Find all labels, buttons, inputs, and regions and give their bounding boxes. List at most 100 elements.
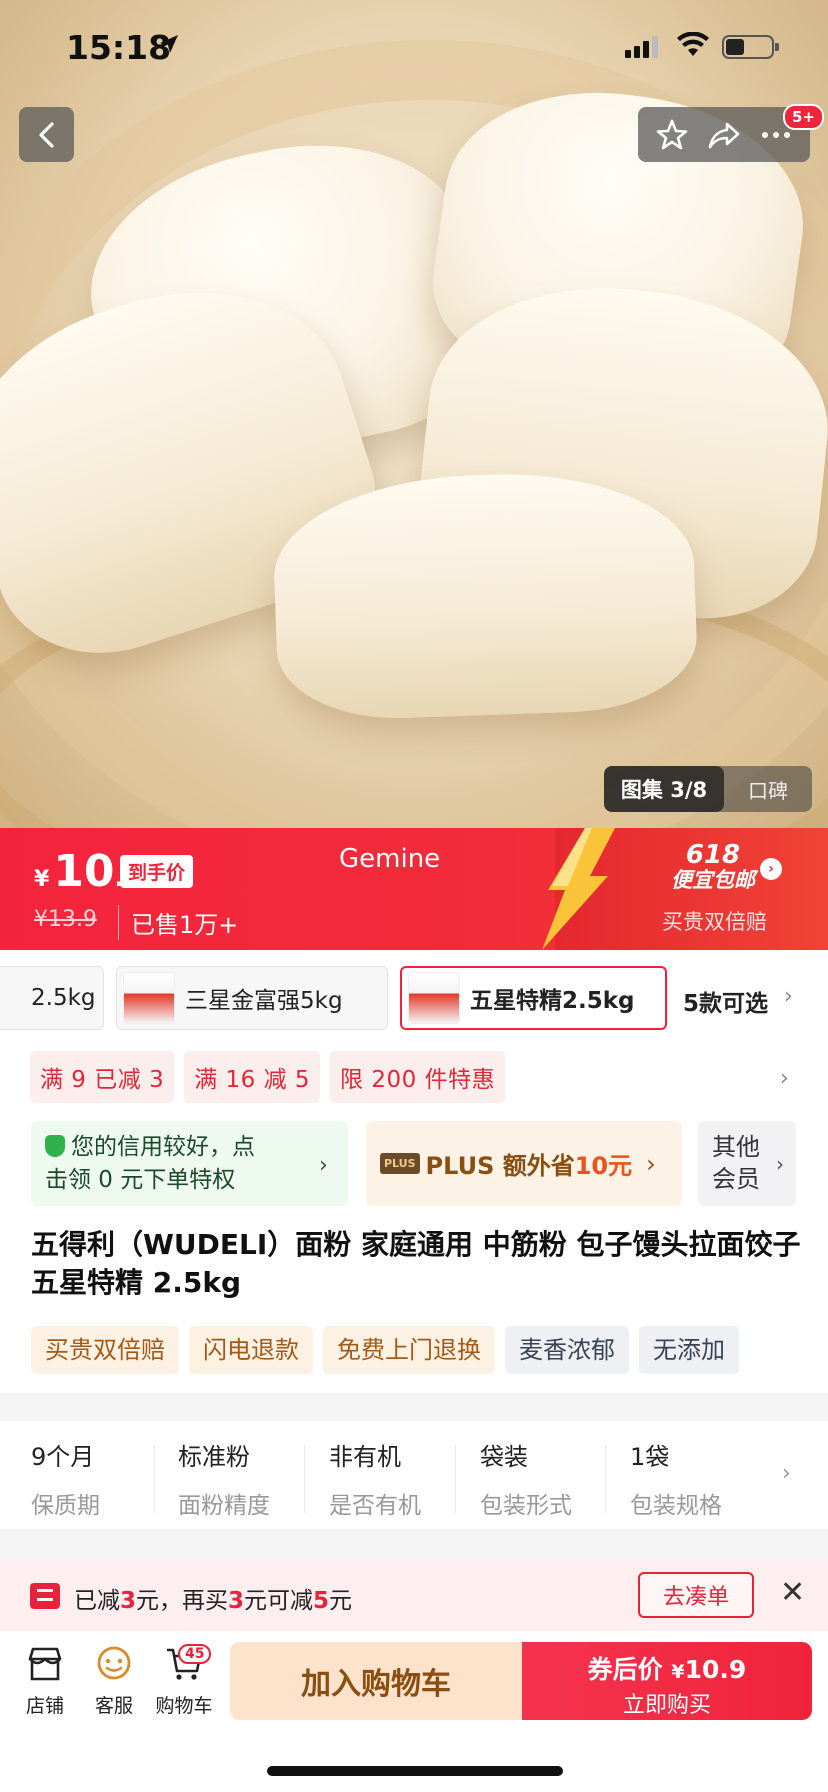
chevron-right-icon: ›: [319, 1153, 328, 1178]
price-banner: ¥ 10 .9 到手价 ¥13.9 已售1万+ Gemine 618 便宜包邮 …: [0, 828, 828, 950]
credit-privilege-card[interactable]: 您的信用较好，点 击领 0 元下单特权: [31, 1121, 348, 1206]
feature-tags: 买贵双倍赔 闪电退款 免费上门退换 麦香浓郁 无添加: [31, 1326, 828, 1374]
coupon-badge: 满 9 已减 3: [30, 1051, 175, 1103]
chevron-right-icon: ›: [784, 984, 793, 1009]
customer-service-button[interactable]: 客服: [79, 1645, 149, 1718]
share-icon: [708, 122, 740, 148]
coupon-badge: 满 16 减 5: [184, 1051, 321, 1103]
section-divider: [0, 1393, 828, 1421]
promo-618[interactable]: 618 便宜包邮: [658, 842, 768, 891]
variant-label: 2.5kg: [31, 985, 96, 1011]
spec-divider: [154, 1445, 155, 1513]
final-price-tag: 到手价: [120, 855, 194, 888]
discount-strip: 已减3元，再买3元可减5元 去凑单 ✕: [0, 1561, 828, 1631]
chevron-left-icon: [38, 121, 54, 148]
spec-divider: [605, 1445, 606, 1513]
spec-key: 包装规格: [630, 1493, 722, 1519]
variant-selector: 2.5kg 三星金富强5kg 五星特精2.5kg 5款可选 ›: [0, 966, 828, 1030]
spec-value: 袋装: [480, 1443, 528, 1471]
discount-message: 已减3元，再买3元可减5元: [74, 1588, 353, 1614]
coupon-badge: 限 200 件特惠: [330, 1051, 506, 1103]
spec-divider: [304, 1445, 305, 1513]
variant-thumbnail: [123, 972, 175, 1024]
store-label: 店铺: [25, 1695, 64, 1717]
back-button[interactable]: [19, 107, 74, 162]
tab-gallery[interactable]: 图集 3/8: [604, 766, 724, 812]
feature-tag[interactable]: 免费上门退换: [323, 1326, 495, 1374]
message-badge: 5+: [783, 104, 825, 130]
product-title: 五得利（WUDELI）面粉 家庭通用 中筋粉 包子馒头拉面饺子 五星特精 2.5…: [31, 1228, 801, 1299]
service-label: 客服: [94, 1695, 133, 1717]
spec-item: 袋装 包装形式: [480, 1437, 620, 1520]
status-time: 15:18: [66, 28, 172, 67]
feature-tag[interactable]: 麦香浓郁: [505, 1326, 629, 1374]
spec-summary[interactable]: 9个月 保质期 标准粉 面粉精度 非有机 是否有机 袋装 包装形式 1袋 包装规…: [0, 1421, 828, 1529]
promo-618-subtitle: 便宜包邮: [671, 868, 755, 892]
brand-watermark: Gemine: [339, 844, 441, 874]
spec-value: 1袋: [630, 1443, 670, 1471]
spec-key: 保质期: [31, 1493, 100, 1519]
add-to-cart-button[interactable]: 加入购物车: [230, 1642, 522, 1720]
chevron-right-icon: ›: [782, 1461, 791, 1486]
promo-618-title: 618: [685, 840, 741, 870]
store-discount-icon: [30, 1583, 60, 1609]
chevron-right-icon: ›: [776, 1152, 784, 1176]
spec-key: 包装形式: [480, 1493, 572, 1519]
price-currency: ¥: [34, 867, 50, 892]
spec-item: 9个月 保质期: [31, 1437, 171, 1520]
variant-option[interactable]: 2.5kg: [0, 966, 104, 1030]
buy-now-label: 立即购买: [622, 1693, 711, 1718]
buy-now-button[interactable]: 券后价 ¥10.9 立即购买: [522, 1642, 812, 1720]
price-integer: 10: [53, 846, 115, 897]
feature-tag[interactable]: 买贵双倍赔: [31, 1326, 179, 1374]
shield-icon: [45, 1135, 65, 1157]
spec-value: 标准粉: [178, 1443, 250, 1471]
location-arrow-icon: [160, 35, 178, 53]
promo-guarantee: 买贵双倍赔: [662, 910, 767, 934]
spec-item: 1袋 包装规格: [630, 1437, 770, 1520]
spec-key: 是否有机: [329, 1493, 421, 1519]
star-icon: [656, 119, 688, 149]
cart-count-badge: 45: [178, 1644, 212, 1664]
battery-icon: [722, 35, 779, 59]
more-variants-link[interactable]: 5款可选: [683, 984, 768, 1018]
other-member-card[interactable]: 其他 会员 ›: [698, 1121, 796, 1206]
favorite-button[interactable]: [655, 118, 689, 152]
spec-value: 非有机: [329, 1443, 401, 1471]
gallery-switcher: 图集 3/8 口碑: [604, 766, 812, 812]
home-indicator[interactable]: [267, 1766, 563, 1776]
spec-key: 面粉精度: [178, 1493, 270, 1519]
add-more-items-button[interactable]: 去凑单: [638, 1572, 754, 1618]
sold-count: 已售1万+: [118, 905, 238, 940]
plus-amount: 10元: [574, 1152, 633, 1180]
spec-item: 标准粉 面粉精度: [178, 1437, 318, 1520]
customer-service-icon: [97, 1646, 131, 1680]
variant-thumbnail: [408, 972, 460, 1024]
bun-image: [270, 467, 700, 723]
spec-divider: [455, 1445, 456, 1513]
variant-option-selected[interactable]: 五星特精2.5kg: [400, 966, 667, 1030]
chevron-right-icon[interactable]: ›: [780, 1066, 789, 1091]
plus-member-card[interactable]: PLUS PLUS 额外省 10元 ›: [366, 1121, 682, 1206]
credit-text-line1: 您的信用较好，点: [71, 1134, 255, 1160]
credit-text-line2: 击领 0 元下单特权: [45, 1167, 236, 1194]
store-button[interactable]: 店铺: [10, 1645, 80, 1718]
feature-tag[interactable]: 闪电退款: [189, 1326, 313, 1374]
plus-text: PLUS 额外省: [425, 1152, 575, 1180]
variant-option[interactable]: 三星金富强5kg: [116, 966, 388, 1030]
coupon-list[interactable]: 满 9 已减 3 满 16 减 5 限 200 件特惠: [30, 1051, 506, 1103]
status-bar: 15:18: [0, 0, 828, 94]
chevron-right-icon: ›: [760, 858, 782, 880]
tab-reviews[interactable]: 口碑: [724, 766, 812, 812]
variant-label: 三星金富强5kg: [185, 988, 343, 1014]
share-button[interactable]: [707, 118, 741, 152]
lightning-bolt-icon: [542, 828, 615, 950]
cart-label: 购物车: [155, 1695, 213, 1717]
spec-value: 9个月: [31, 1443, 95, 1471]
close-icon[interactable]: ✕: [780, 1575, 805, 1610]
section-divider: [0, 1529, 828, 1561]
plus-logo: PLUS: [380, 1153, 420, 1174]
spec-item: 非有机 是否有机: [329, 1437, 469, 1520]
feature-tag[interactable]: 无添加: [639, 1326, 739, 1374]
wifi-icon: [677, 32, 709, 56]
